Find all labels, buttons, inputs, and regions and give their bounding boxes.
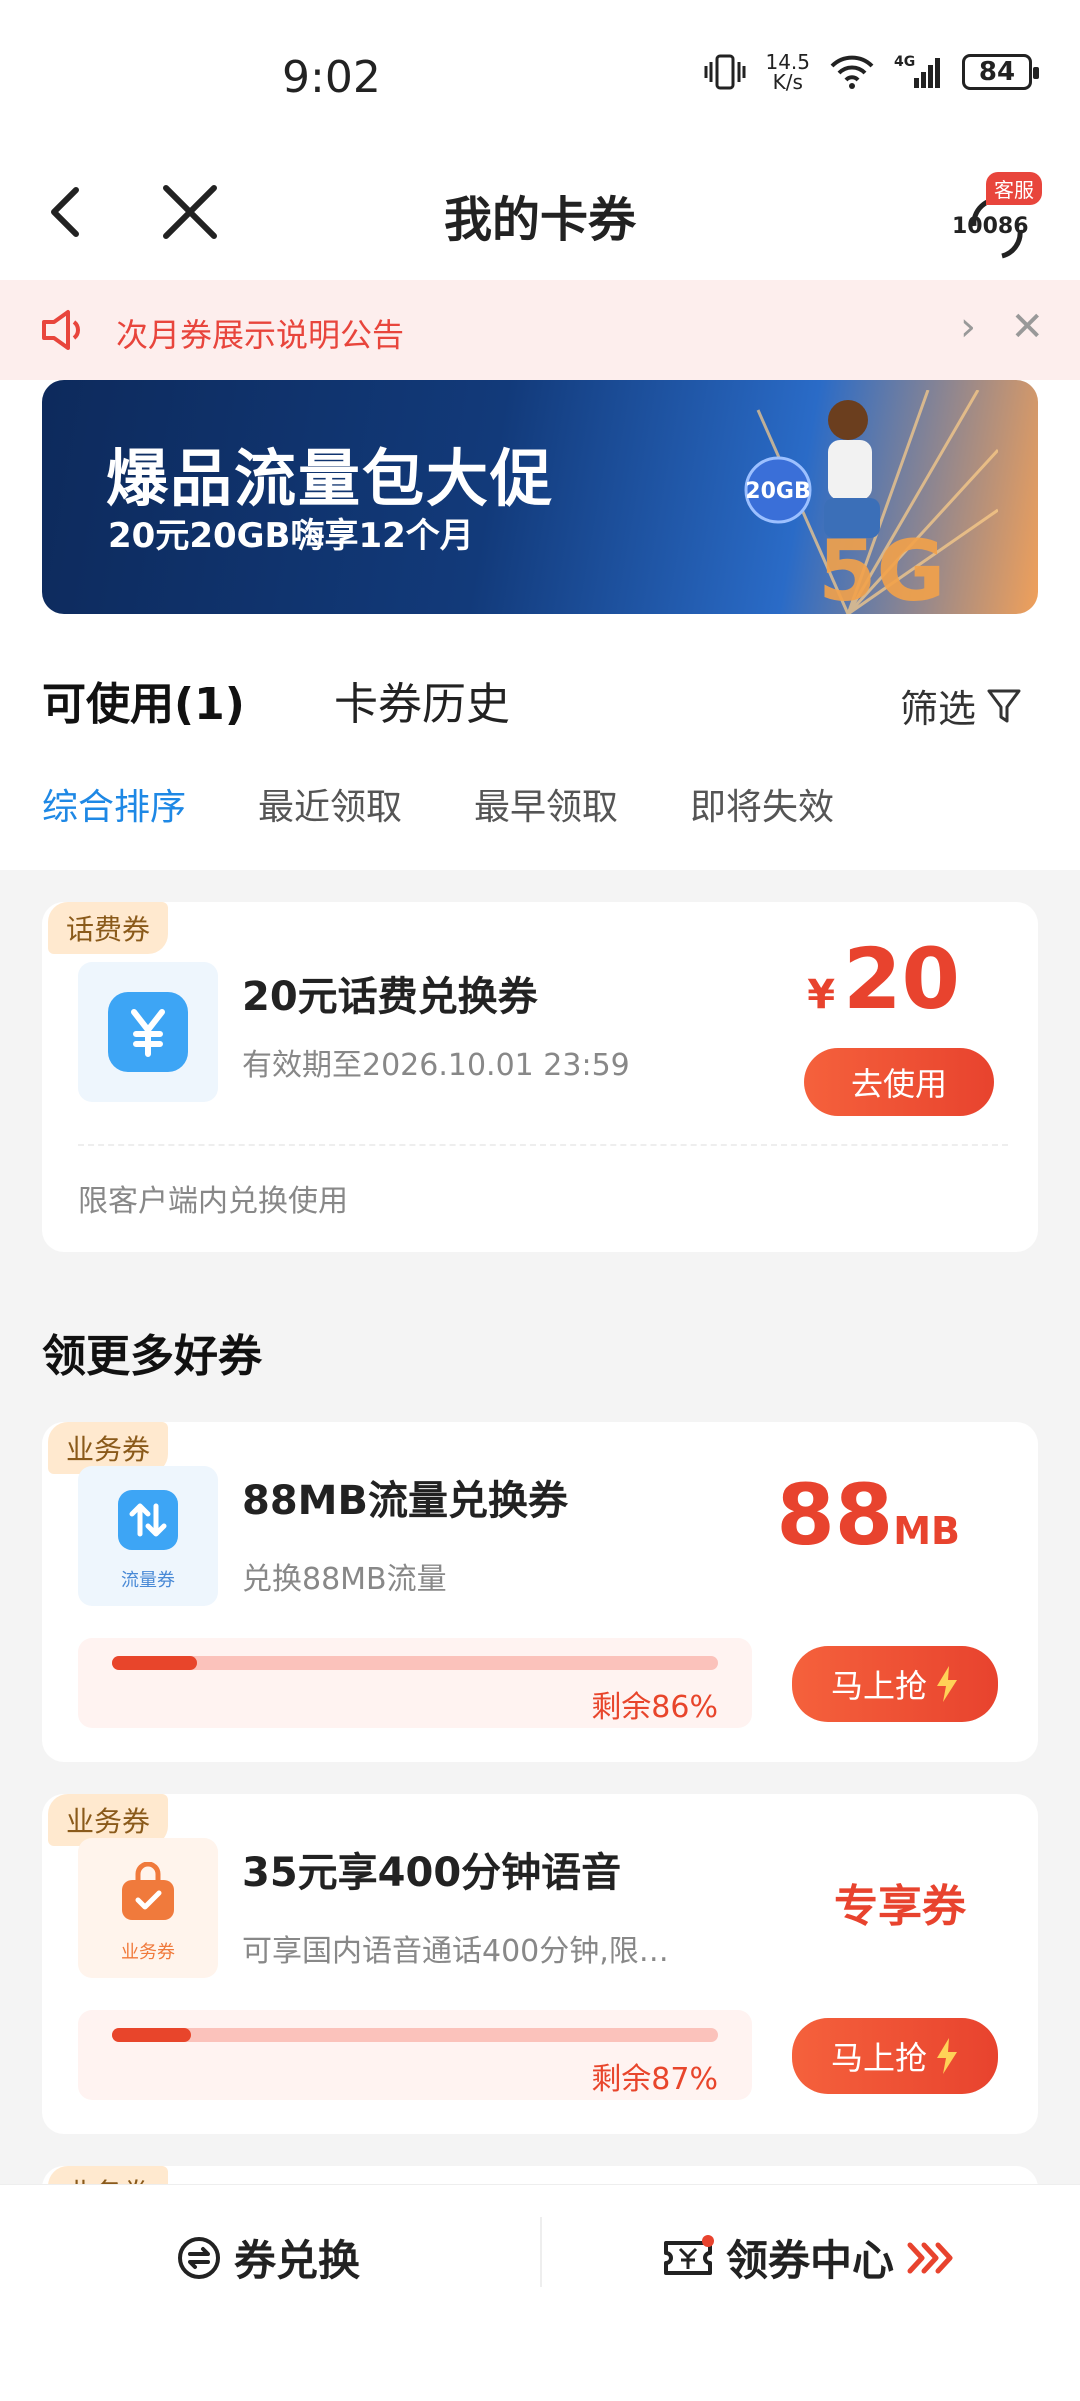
coupon-note: 限客户端内兑换使用: [78, 1184, 348, 1219]
coupon-expiry: 有效期至2026.10.01 23:59: [242, 1048, 630, 1083]
coupon-ticket-icon: [664, 2234, 714, 2275]
vibrate-icon: [704, 54, 746, 90]
progress-bar: [112, 1656, 718, 1670]
notice-close-icon[interactable]: ✕: [1010, 304, 1044, 350]
coupon-card: 话费券 20元话费兑换券 有效期至2026.10.01 23:59 ¥ 20 去…: [42, 902, 1038, 1252]
shopping-bag-icon: [122, 1862, 174, 1920]
section-title: 领更多好券: [42, 1331, 262, 1382]
sort-earliest[interactable]: 最早领取: [474, 778, 618, 830]
use-coupon-button[interactable]: 去使用: [804, 1048, 994, 1116]
offer-thumb-label: 流量券: [121, 1570, 175, 1591]
status-icons: 14.5 K/s 4G 84: [703, 50, 1039, 94]
grab-button[interactable]: 马上抢: [792, 2018, 998, 2094]
banner-title: 爆品流量包大促: [106, 442, 555, 515]
remaining-label: 剩余86%: [591, 1690, 718, 1725]
bottom-divider: [540, 2217, 542, 2287]
filter-button[interactable]: 筛选: [900, 678, 1022, 733]
offer-value: 专享券: [834, 1881, 966, 1932]
filter-label: 筛选: [899, 687, 976, 731]
chevron-right-icon[interactable]: ›: [960, 304, 976, 350]
speaker-icon: [42, 310, 80, 350]
progress-fill: [112, 2028, 191, 2042]
exchange-button[interactable]: 券兑换: [176, 2227, 360, 2288]
wifi-icon: [830, 55, 874, 89]
customer-service-button[interactable]: 客服 10086: [952, 172, 1042, 262]
app-header: 我的卡券 客服 10086: [0, 150, 1080, 280]
lightning-icon: [937, 2038, 957, 2074]
coupon-center-button[interactable]: 领券中心: [662, 2227, 956, 2288]
offer-card: 业务券 流量券 88MB流量兑换券 兑换88MB流量 88 MB 剩余86% 马…: [42, 1422, 1038, 1762]
coupon-center-label: 领券中心: [726, 2236, 895, 2285]
progress-bar: [112, 2028, 718, 2042]
progress-fill: [112, 1656, 197, 1670]
data-transfer-icon: [118, 1490, 178, 1550]
grab-button[interactable]: 马上抢: [792, 1646, 998, 1722]
offer-thumb: 业务券: [78, 1838, 218, 1978]
coupon-tag: 话费券: [48, 902, 169, 954]
lightning-icon: [937, 1666, 957, 1702]
network-speed: 14.5 K/s: [765, 50, 810, 94]
offer-card: 业务券 业务券 35元享400分钟语音 可享国内语音通话400分钟,限… 专享券…: [42, 1794, 1038, 2134]
coupon-title: 20元话费兑换券: [242, 974, 538, 1020]
filter-icon: [987, 689, 1021, 722]
yuan-icon: [108, 992, 188, 1072]
sort-options: 综合排序 最近领取 最早领取 即将失效: [42, 778, 834, 830]
battery-indicator: 84: [962, 54, 1039, 90]
coupon-thumb: [78, 962, 218, 1102]
tab-history[interactable]: 卡券历史: [334, 668, 510, 732]
sort-expiring[interactable]: 即将失效: [690, 778, 834, 830]
bottom-bar: 券兑换 领券中心: [0, 2184, 1080, 2401]
sort-recent[interactable]: 最近领取: [258, 778, 402, 830]
svg-text:5G: 5G: [818, 522, 945, 614]
offer-thumb: 流量券: [78, 1466, 218, 1606]
banner-illustration: 20GB 5G: [744, 390, 998, 614]
status-bar: 9:02 14.5 K/s 4G 84: [0, 0, 1080, 150]
banner-subtitle: 20元20GB嗨享12个月: [108, 516, 474, 556]
coupon-amount: ¥ 20: [807, 930, 960, 1028]
remaining-label: 剩余87%: [591, 2062, 718, 2097]
page-title: 我的卡券: [443, 192, 636, 248]
triple-chevron-icon: [907, 2242, 953, 2273]
coupon-divider: [78, 1144, 1008, 1146]
sort-comprehensive[interactable]: 综合排序: [42, 778, 186, 830]
notice-bar[interactable]: 次月券展示说明公告 › ✕: [0, 280, 1080, 380]
status-time: 9:02: [282, 52, 381, 103]
offer-desc: 兑换88MB流量: [242, 1562, 447, 1597]
offer-progress: 剩余87%: [78, 2010, 752, 2100]
offer-thumb-label: 业务券: [121, 1942, 175, 1963]
offer-progress: 剩余86%: [78, 1638, 752, 1728]
notice-text: 次月券展示说明公告: [116, 316, 405, 354]
offer-title: 35元享400分钟语音: [242, 1850, 622, 1896]
svg-text:4G: 4G: [894, 54, 915, 70]
signal-4g-icon: 4G: [894, 54, 940, 88]
offer-desc: 可享国内语音通话400分钟,限…: [242, 1934, 669, 1969]
offer-value: 88 MB: [776, 1466, 960, 1564]
offer-title: 88MB流量兑换券: [242, 1478, 568, 1524]
customer-service-badge: 客服: [986, 172, 1042, 205]
tab-available[interactable]: 可使用(1): [42, 668, 245, 732]
promo-banner[interactable]: 爆品流量包大促 20元20GB嗨享12个月 20GB 5G: [42, 380, 1038, 614]
customer-service-number: 10086: [952, 214, 1029, 239]
exchange-icon: [178, 2236, 220, 2279]
svg-text:20GB: 20GB: [745, 479, 810, 504]
exchange-label: 券兑换: [234, 2236, 361, 2285]
top-section: 爆品流量包大促 20元20GB嗨享12个月 20GB 5G 可使用(1) 卡券历…: [0, 380, 1080, 870]
